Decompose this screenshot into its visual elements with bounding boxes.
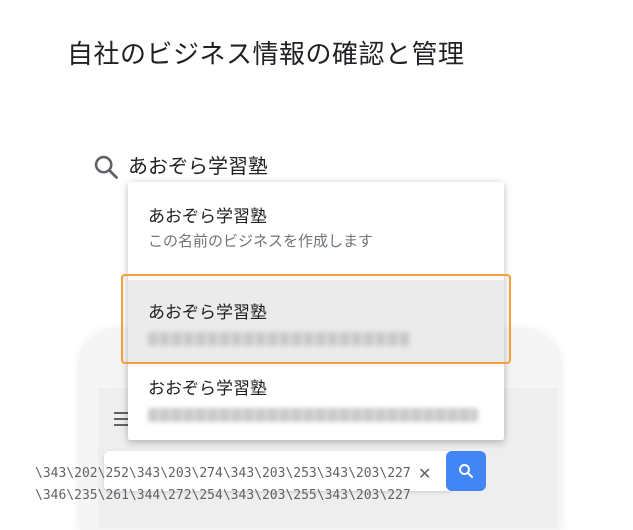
phone-search-text-line1: \343\202\252\343\203\274\343\203\253\343… [35, 466, 411, 481]
business-search [92, 150, 512, 180]
blurred-address [148, 408, 478, 422]
suggestion-create-business[interactable]: あおぞら学習塾 この名前のビジネスを作成します [128, 182, 504, 268]
clear-icon: ✕ [418, 464, 432, 483]
suggestion-description: この名前のビジネスを作成します [148, 232, 374, 250]
page-title: 自社のビジネス情報の確認と管理 [67, 40, 465, 70]
search-icon [459, 464, 474, 479]
suggestion-name: おおぞら学習塾 [148, 379, 267, 399]
phone-search-button [446, 451, 486, 491]
business-name-input[interactable] [128, 150, 498, 178]
suggestion-similar-business[interactable]: おおぞら学習塾 [128, 364, 504, 440]
highlight-frame [121, 274, 511, 364]
suggestion-name: あおぞら学習塾 [148, 207, 267, 227]
phone-search-text-line2: \346\235\261\344\272\254\343\203\255\343… [35, 488, 411, 503]
search-icon [94, 155, 118, 179]
